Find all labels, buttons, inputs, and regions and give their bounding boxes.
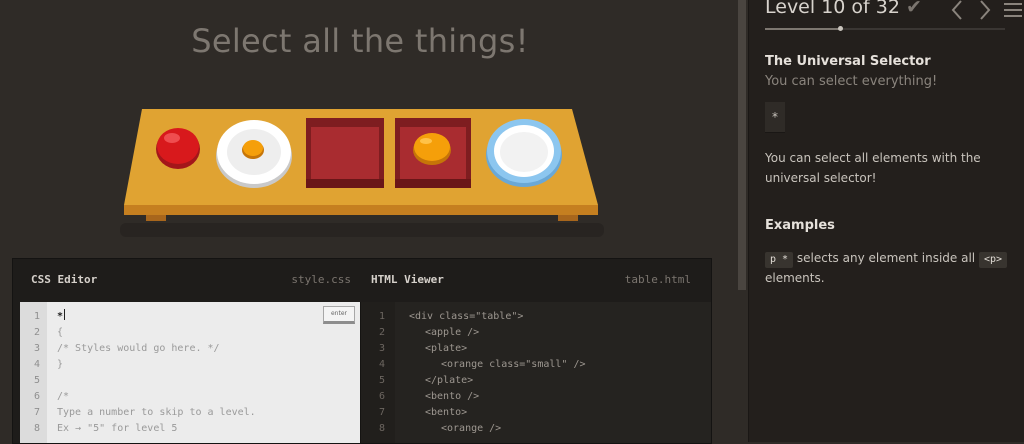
menu-icon bbox=[1004, 3, 1022, 17]
css-code-line: } bbox=[57, 359, 64, 370]
example-item: p * selects any element inside all <p> e… bbox=[765, 248, 1015, 288]
editor-panel: CSS Editor style.css HTML Viewer table.h… bbox=[12, 258, 712, 444]
dining-table bbox=[118, 105, 606, 240]
line-number: 3 bbox=[378, 343, 385, 354]
level-progress-fill bbox=[765, 28, 840, 30]
line-number: 7 bbox=[378, 407, 385, 418]
html-code-line[interactable]: <plate> bbox=[425, 341, 467, 357]
level-instruction: Select all the things! bbox=[191, 22, 529, 60]
bento-empty bbox=[306, 118, 384, 188]
html-code-line[interactable]: <orange class="small" /> bbox=[441, 357, 586, 373]
selector-description: You can select all elements with the uni… bbox=[765, 151, 981, 185]
plate-empty bbox=[486, 119, 562, 187]
html-code-line[interactable]: <bento /> bbox=[425, 389, 479, 405]
html-viewer: 1 <div class="table"> 2 <apple /> 3 <pla… bbox=[360, 302, 711, 443]
example-code: <p> bbox=[978, 252, 1008, 268]
level-header[interactable]: Level 10 of 32 ✔ bbox=[765, 0, 922, 18]
html-code-line[interactable]: <orange /> bbox=[441, 421, 501, 437]
line-number: 1 bbox=[33, 311, 40, 322]
game-scrollbar-thumb[interactable] bbox=[738, 0, 746, 290]
line-number: 4 bbox=[33, 359, 40, 370]
css-code-line: /* Styles would go here. */ bbox=[57, 343, 220, 354]
line-number: 5 bbox=[378, 375, 385, 386]
table-illustration bbox=[120, 109, 604, 237]
css-file-name: style.css bbox=[291, 273, 351, 286]
html-file-name: table.html bbox=[624, 273, 691, 286]
level-progress-bar bbox=[765, 26, 1005, 31]
plate-with-small-orange bbox=[216, 120, 292, 188]
html-code-line[interactable]: <apple /> bbox=[425, 325, 479, 341]
bento-with-orange bbox=[395, 118, 471, 188]
line-number: 5 bbox=[33, 375, 40, 386]
chevron-left-icon bbox=[951, 0, 962, 20]
line-number: 2 bbox=[33, 327, 40, 338]
html-code-line[interactable]: <div class="table"> bbox=[409, 309, 523, 325]
selector-subheading: You can select everything! bbox=[765, 74, 938, 89]
line-number: 7 bbox=[33, 407, 40, 418]
line-number: 1 bbox=[378, 311, 385, 322]
selector-name-heading: The Universal Selector bbox=[765, 54, 931, 69]
line-number: 6 bbox=[33, 391, 40, 402]
css-code-line: Ex → "5" for level 5 bbox=[57, 423, 178, 434]
text-caret bbox=[64, 309, 66, 320]
html-code-line[interactable]: </plate> bbox=[425, 373, 473, 389]
level-sidebar: Level 10 of 32 ✔ The Universal Selector … bbox=[748, 0, 1024, 442]
menu-button[interactable] bbox=[1003, 0, 1023, 22]
example-text: elements. bbox=[765, 271, 825, 285]
example-code: p * bbox=[765, 252, 794, 268]
html-viewer-title: HTML Viewer bbox=[371, 273, 444, 286]
next-level-button[interactable] bbox=[977, 0, 993, 22]
apple bbox=[156, 128, 200, 169]
css-code-line: Type a number to skip to a level. bbox=[57, 407, 256, 418]
enter-button[interactable]: enter bbox=[323, 306, 355, 324]
css-code-text: * bbox=[57, 311, 64, 322]
line-number: 6 bbox=[378, 391, 385, 402]
line-number: 3 bbox=[33, 343, 40, 354]
css-editor-input[interactable]: 1 * 2 { 3 /* Styles would go here. */ 4 … bbox=[20, 302, 360, 443]
examples-heading: Examples bbox=[765, 218, 835, 233]
css-code-line-active[interactable]: * bbox=[57, 309, 66, 325]
css-editor-header: CSS Editor style.css bbox=[31, 259, 351, 301]
css-editor-title: CSS Editor bbox=[31, 273, 98, 286]
line-number: 8 bbox=[33, 423, 40, 434]
level-title: Level 10 of 32 bbox=[765, 0, 900, 18]
line-number: 8 bbox=[378, 423, 385, 434]
css-code-line: /* bbox=[57, 391, 70, 402]
line-number: 2 bbox=[378, 327, 385, 338]
html-code-line[interactable]: <bento> bbox=[425, 405, 467, 421]
example-text: selects any element inside all bbox=[796, 251, 976, 265]
check-icon: ✔ bbox=[906, 0, 922, 18]
previous-level-button[interactable] bbox=[949, 0, 965, 22]
html-viewer-header: HTML Viewer table.html bbox=[371, 259, 691, 301]
selector-syntax: * bbox=[765, 102, 785, 133]
line-number: 4 bbox=[378, 359, 385, 370]
css-code-line: { bbox=[57, 327, 64, 338]
level-progress-marker bbox=[838, 26, 843, 31]
chevron-right-icon bbox=[980, 0, 991, 20]
game-area: Select all the things! CSS Editor style.… bbox=[0, 0, 740, 444]
